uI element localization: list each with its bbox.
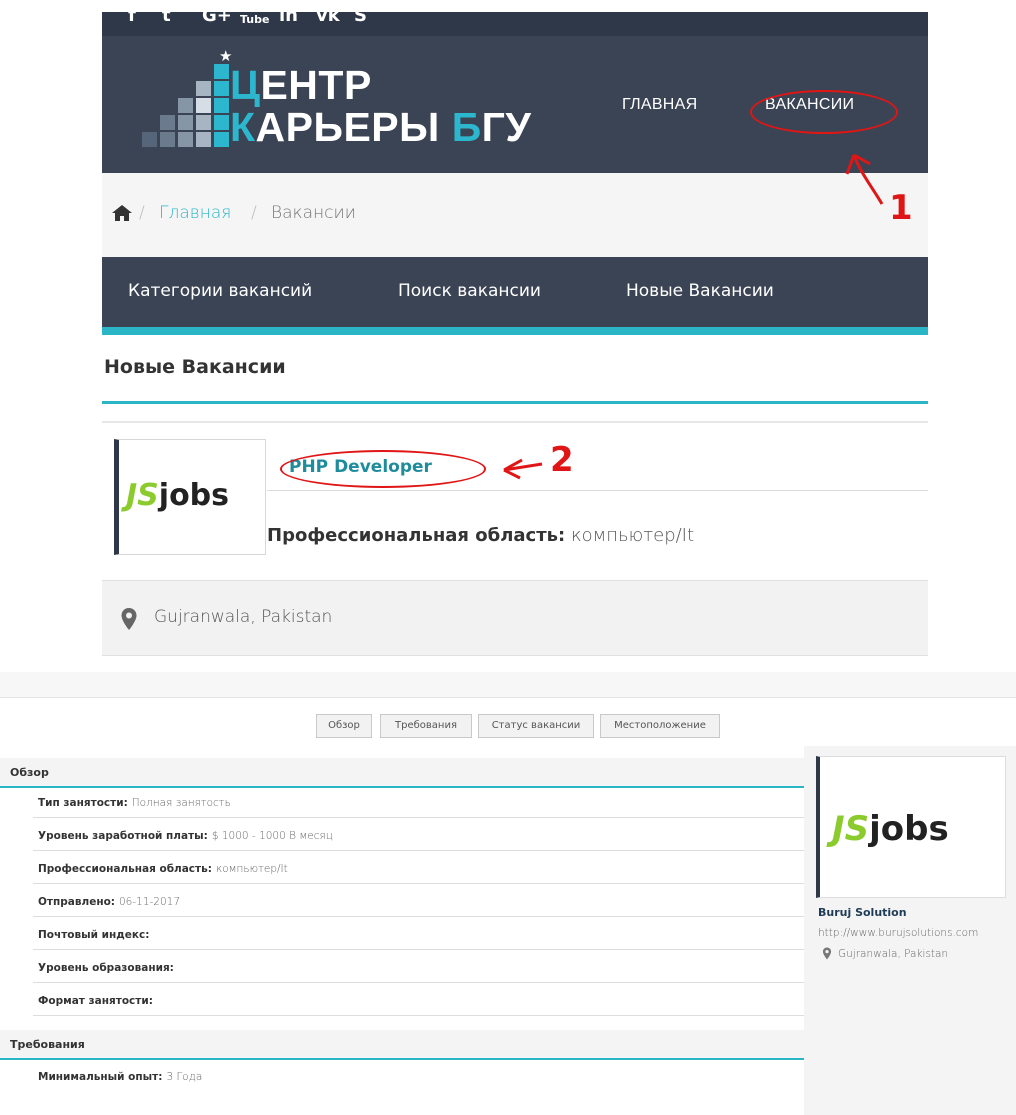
logo-pixel bbox=[196, 115, 211, 130]
logo-pixel bbox=[142, 132, 157, 147]
tab-location[interactable]: Местоположение bbox=[600, 714, 720, 738]
facebook-icon[interactable]: f bbox=[128, 12, 136, 26]
linkedin-icon[interactable]: in bbox=[279, 12, 298, 26]
company-logo[interactable]: JSjobs bbox=[816, 756, 1006, 898]
detail-row-work-format: Формат занятости: bbox=[33, 988, 804, 1016]
tab-bar-accent bbox=[102, 327, 928, 335]
job-location: Gujranwala, Pakistan bbox=[102, 580, 928, 656]
logo-pixel bbox=[196, 81, 211, 96]
site-header: ★ ЦЕНТР КАРЬЕРЫ БГУ ГЛАВНАЯ ВАКАНСИИ bbox=[102, 36, 928, 173]
logo-pixel bbox=[214, 115, 229, 130]
home-icon[interactable] bbox=[111, 204, 133, 222]
job-details-page: Обзор Требования Статус вакансии Местопо… bbox=[0, 672, 1016, 1115]
vk-icon[interactable]: vk bbox=[316, 12, 340, 26]
job-professional-area: Профессиональная область: компьютер/It bbox=[267, 525, 695, 546]
company-logo[interactable]: JSjobs bbox=[114, 439, 266, 555]
logo-pixel bbox=[214, 98, 229, 113]
logo-pixel bbox=[214, 132, 229, 147]
detail-row-min-experience: Минимальный опыт: 3 Года bbox=[38, 1071, 203, 1083]
section-divider bbox=[102, 401, 928, 404]
company-url[interactable]: http://www.burujsolutions.com bbox=[818, 927, 978, 939]
composite-screenshot: f t G+ Tube in vk S ★ ЦЕНТР КАРЬЕРЫ БГУ … bbox=[0, 0, 1016, 1115]
jobs-tab-bar: Категории вакансий Поиск вакансии Новые … bbox=[102, 257, 928, 327]
detail-row-education: Уровень образования: bbox=[33, 955, 804, 983]
logo-pixel bbox=[178, 132, 193, 147]
breadcrumb-home-link[interactable]: Главная bbox=[159, 203, 231, 223]
logo-text-line2: КАРЬЕРЫ БГУ bbox=[230, 104, 532, 150]
detail-row-posted: Отправлено: 06-11-2017 bbox=[33, 889, 804, 917]
job-card: JSjobs PHP Developer Профессиональная об… bbox=[102, 421, 928, 580]
tab-requirements[interactable]: Требования bbox=[380, 714, 472, 738]
social-bar: f t G+ Tube in vk S bbox=[102, 12, 928, 36]
skype-icon[interactable]: S bbox=[354, 12, 367, 26]
tab-categories[interactable]: Категории вакансий bbox=[128, 281, 312, 301]
section-title: Новые Вакансии bbox=[104, 356, 286, 378]
location-pin-icon bbox=[121, 608, 137, 630]
annotation-number-2: 2 bbox=[550, 440, 574, 480]
tab-overview[interactable]: Обзор bbox=[316, 714, 372, 738]
logo-pixel bbox=[196, 98, 211, 113]
logo-text-line1: ЦЕНТР bbox=[230, 62, 372, 108]
logo-pixel bbox=[214, 81, 229, 96]
twitter-icon[interactable]: t bbox=[162, 12, 171, 26]
logo-pixel bbox=[178, 98, 193, 113]
location-text: Gujranwala, Pakistan bbox=[154, 607, 333, 627]
company-name[interactable]: Buruj Solution bbox=[818, 906, 907, 919]
logo-pixel bbox=[178, 115, 193, 130]
detail-row-salary: Уровень заработной платы: $ 1000 - 1000 В… bbox=[33, 823, 804, 851]
annotation-ellipse-2 bbox=[280, 450, 486, 488]
career-center-page: f t G+ Tube in vk S ★ ЦЕНТР КАРЬЕРЫ БГУ … bbox=[102, 12, 928, 660]
company-sidebar: JSjobs Buruj Solution http://www.burujso… bbox=[804, 746, 1016, 1115]
requirements-section-header: Требования bbox=[0, 1030, 804, 1060]
overview-section-header: Обзор bbox=[0, 758, 804, 788]
jsjobs-logo: JSjobs bbox=[126, 478, 230, 513]
jsjobs-logo: JSjobs bbox=[832, 809, 949, 849]
site-logo[interactable]: ★ ЦЕНТР КАРЬЕРЫ БГУ bbox=[124, 49, 564, 160]
page-top-strip bbox=[0, 672, 1016, 698]
logo-pixel bbox=[160, 115, 175, 130]
nav-home[interactable]: ГЛАВНАЯ bbox=[622, 96, 698, 114]
breadcrumb-separator: / bbox=[139, 203, 145, 223]
tab-new-vacancies[interactable]: Новые Вакансии bbox=[626, 281, 774, 301]
location-pin-icon bbox=[822, 947, 832, 960]
breadcrumb-separator: / bbox=[251, 203, 257, 223]
annotation-ellipse-1 bbox=[750, 90, 898, 134]
annotation-number-1: 1 bbox=[889, 188, 913, 228]
tab-vacancy-status[interactable]: Статус вакансии bbox=[478, 714, 594, 738]
youtube-icon[interactable]: Tube bbox=[240, 12, 269, 30]
detail-row-postal-code: Почтовый индекс: bbox=[33, 922, 804, 950]
detail-row-employment-type: Тип занятости: Полная занятость bbox=[33, 790, 804, 818]
logo-pixel bbox=[214, 64, 229, 79]
breadcrumb-current: Вакансии bbox=[271, 203, 356, 223]
logo-pixel bbox=[160, 132, 175, 147]
google-plus-icon[interactable]: G+ bbox=[202, 12, 232, 26]
tab-search[interactable]: Поиск вакансии bbox=[398, 281, 541, 301]
job-title-divider bbox=[267, 490, 928, 491]
detail-row-professional-area: Профессиональная область: компьютер/It bbox=[33, 856, 804, 884]
breadcrumb: / Главная / Вакансии bbox=[102, 173, 928, 257]
logo-pixel bbox=[196, 132, 211, 147]
company-location: Gujranwala, Pakistan bbox=[838, 948, 949, 960]
